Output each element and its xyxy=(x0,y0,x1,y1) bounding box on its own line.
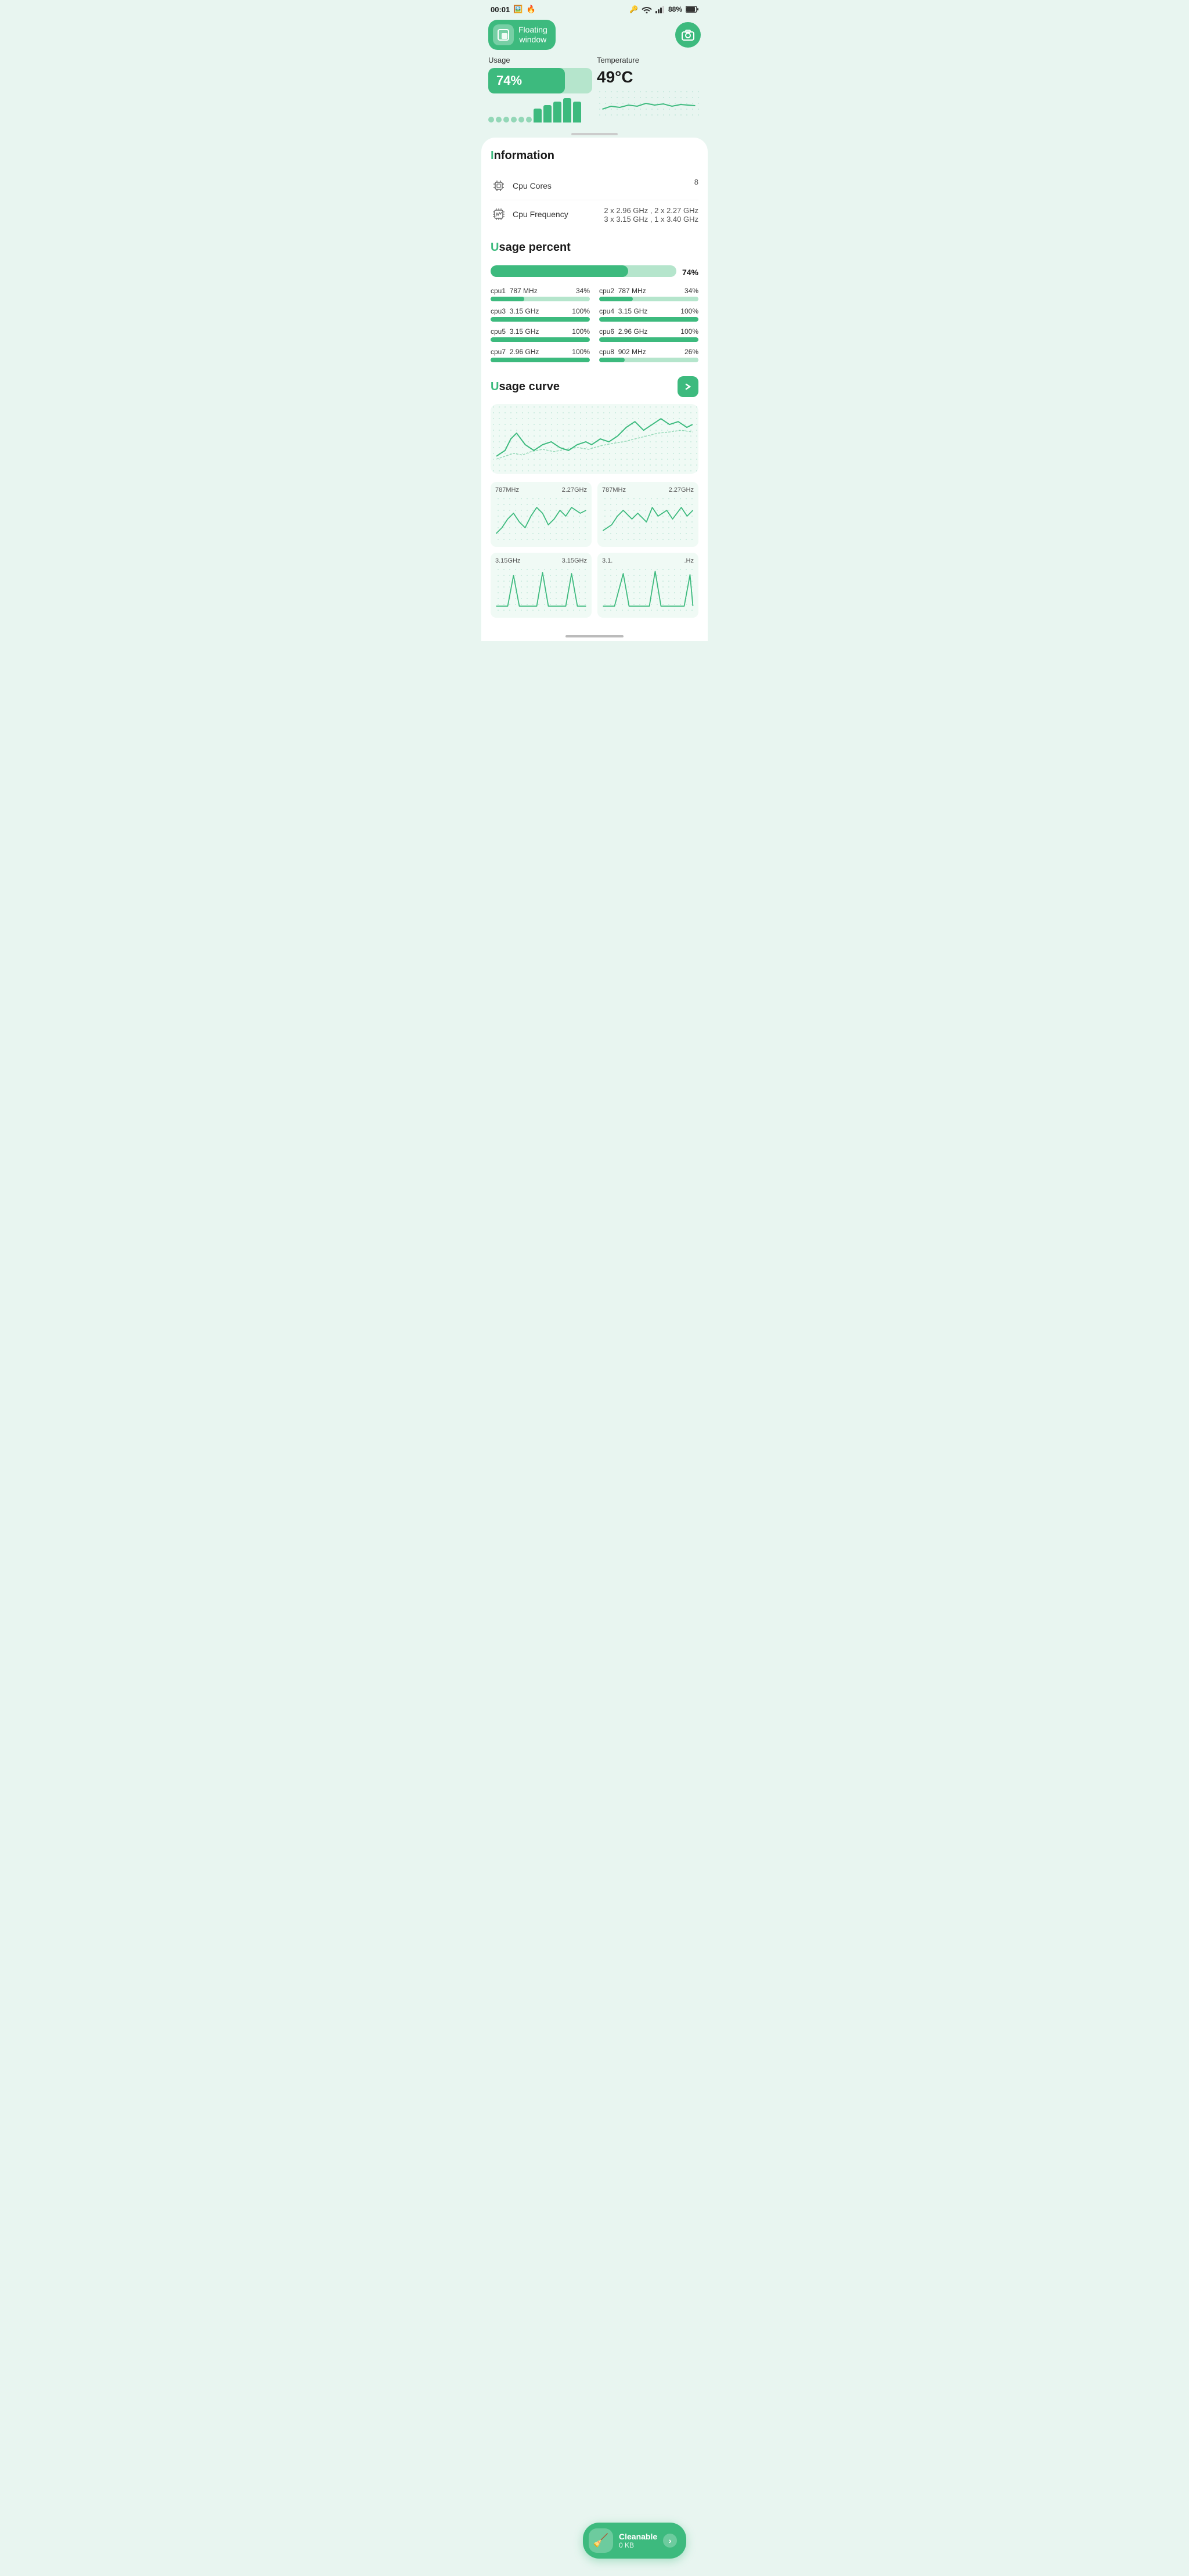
sub-chart-1-area xyxy=(495,496,587,542)
wifi-icon xyxy=(642,5,652,13)
cpu5-item: cpu5 3.15 GHz 100% xyxy=(491,327,590,342)
temperature-value: 49°C xyxy=(597,68,701,87)
cleanable-value: 0 KB xyxy=(619,2541,657,2549)
usage-curve-expand-button[interactable] xyxy=(678,376,698,397)
cpu8-label: cpu8 902 MHz xyxy=(599,348,646,356)
floating-window-icon xyxy=(493,24,514,45)
cleanable-chevron-icon: › xyxy=(663,2534,677,2548)
cpu1-pct: 34% xyxy=(576,287,590,295)
cleanable-icon: 🧹 xyxy=(589,2528,613,2553)
status-bar: 00:01 🖼️ 🔥 🔑 88% xyxy=(481,0,708,16)
status-right: 🔑 88% xyxy=(629,5,698,13)
info-row-cores: Cpu Cores 8 xyxy=(491,172,698,200)
temperature-label: Temperature xyxy=(597,56,701,64)
sub-chart-4-min: 3.1. xyxy=(602,557,612,564)
usage-bar-fill: 74% xyxy=(488,68,565,93)
cpu4-label: cpu4 3.15 GHz xyxy=(599,307,647,315)
usage-percent-title: Usage percent xyxy=(491,241,698,254)
home-indicator xyxy=(481,629,708,641)
usage-curve-title: Usage curve xyxy=(491,380,560,394)
usage-section: Usage 74% xyxy=(488,56,592,123)
overall-bar-bg xyxy=(491,265,676,277)
cpu-cores-label: Cpu Cores xyxy=(513,181,552,190)
cpu-cores-value: 8 xyxy=(694,178,698,186)
usage-bar-container: 74% xyxy=(488,68,592,93)
overall-usage-row: 74% xyxy=(491,264,698,279)
cpu3-label: cpu3 3.15 GHz xyxy=(491,307,539,315)
scroll-indicator xyxy=(481,128,708,138)
cpu6-label: cpu6 2.96 GHz xyxy=(599,327,647,336)
sub-chart-3-min: 3.15GHz xyxy=(495,557,520,564)
cleanable-info: Cleanable 0 KB xyxy=(619,2532,657,2549)
sub-chart-2-min: 787MHz xyxy=(602,487,626,493)
main-content: Information xyxy=(481,138,708,629)
sub-chart-1: 787MHz 2.27GHz xyxy=(491,482,592,547)
usage-value: 74% xyxy=(496,73,522,88)
photo-icon: 🖼️ xyxy=(513,5,523,14)
cpu2-label: cpu2 787 MHz xyxy=(599,287,646,295)
sub-chart-4-max: .Hz xyxy=(684,557,694,564)
sub-chart-2-area xyxy=(602,496,694,542)
signal-icon xyxy=(655,5,665,13)
fire-icon: 🔥 xyxy=(526,5,535,14)
scroll-pill xyxy=(571,133,618,135)
cpu6-pct: 100% xyxy=(680,327,698,336)
cpu5-pct: 100% xyxy=(572,327,590,336)
cpu8-pct: 26% xyxy=(684,348,698,356)
info-rows: Cpu Cores 8 xyxy=(491,172,698,229)
floating-window-label: Floating window xyxy=(518,25,547,45)
overall-pct: 74% xyxy=(682,264,698,279)
sub-chart-3: 3.15GHz 3.15GHz xyxy=(491,553,592,618)
usage-curve-header: Usage curve xyxy=(491,376,698,397)
sub-chart-1-min: 787MHz xyxy=(495,487,519,493)
top-stats: Usage 74% Temperature 49°C xyxy=(481,56,708,128)
cpu6-item: cpu6 2.96 GHz 100% xyxy=(599,327,698,342)
cpu-grid: cpu1 787 MHz 34% cpu2 787 MHz 34% cpu3 3… xyxy=(491,287,698,365)
sub-chart-2: 787MHz 2.27GHz xyxy=(597,482,698,547)
battery: 88% xyxy=(668,5,682,13)
overall-bar-fill xyxy=(491,265,628,277)
cleanable-popup[interactable]: 🧹 Cleanable 0 KB › xyxy=(583,2523,686,2559)
cleanable-label: Cleanable xyxy=(619,2532,657,2541)
cpu7-pct: 100% xyxy=(572,348,590,356)
key-icon: 🔑 xyxy=(629,5,638,13)
cpu-freq-label: Cpu Frequency xyxy=(513,210,568,219)
cpu4-item: cpu4 3.15 GHz 100% xyxy=(599,307,698,322)
info-row-frequency: Cpu Frequency 2 x 2.96 GHz , 2 x 2.27 GH… xyxy=(491,200,698,229)
cpu1-label: cpu1 787 MHz xyxy=(491,287,538,295)
sub-chart-1-max: 2.27GHz xyxy=(562,487,587,493)
cpu-freq-value: 2 x 2.96 GHz , 2 x 2.27 GHz 3 x 3.15 GHz… xyxy=(604,206,698,224)
cpu4-pct: 100% xyxy=(680,307,698,315)
cpu1-item: cpu1 787 MHz 34% xyxy=(491,287,590,301)
sub-chart-3-area xyxy=(495,567,587,613)
cpu8-item: cpu8 902 MHz 26% xyxy=(599,348,698,362)
information-title: Information xyxy=(491,149,698,163)
sub-chart-4-area xyxy=(602,567,694,613)
camera-button[interactable] xyxy=(675,22,701,48)
cpu3-item: cpu3 3.15 GHz 100% xyxy=(491,307,590,322)
cpu-cores-icon xyxy=(491,178,507,194)
battery-icon xyxy=(686,6,698,13)
sub-chart-3-max: 3.15GHz xyxy=(562,557,587,564)
temp-chart xyxy=(597,89,701,118)
sub-chart-4: 3.1. .Hz xyxy=(597,553,698,618)
main-curve-chart xyxy=(491,404,698,474)
header: Floating window xyxy=(481,16,708,56)
cpu3-pct: 100% xyxy=(572,307,590,315)
cpu-freq-icon xyxy=(491,206,507,222)
time: 00:01 xyxy=(491,5,510,14)
cpu2-item: cpu2 787 MHz 34% xyxy=(599,287,698,301)
status-left: 00:01 🖼️ 🔥 xyxy=(491,5,536,14)
signal-chart xyxy=(488,98,592,123)
cpu2-pct: 34% xyxy=(684,287,698,295)
temperature-section: Temperature 49°C xyxy=(597,56,701,123)
sub-chart-2-max: 2.27GHz xyxy=(669,487,694,493)
sub-charts-grid: 787MHz 2.27GHz 787MHz 2.27GHz xyxy=(491,482,698,618)
cpu7-label: cpu7 2.96 GHz xyxy=(491,348,539,356)
floating-window-button[interactable]: Floating window xyxy=(488,20,556,50)
usage-label: Usage xyxy=(488,56,592,64)
cpu5-label: cpu5 3.15 GHz xyxy=(491,327,539,336)
home-pill xyxy=(565,635,624,637)
cpu7-item: cpu7 2.96 GHz 100% xyxy=(491,348,590,362)
